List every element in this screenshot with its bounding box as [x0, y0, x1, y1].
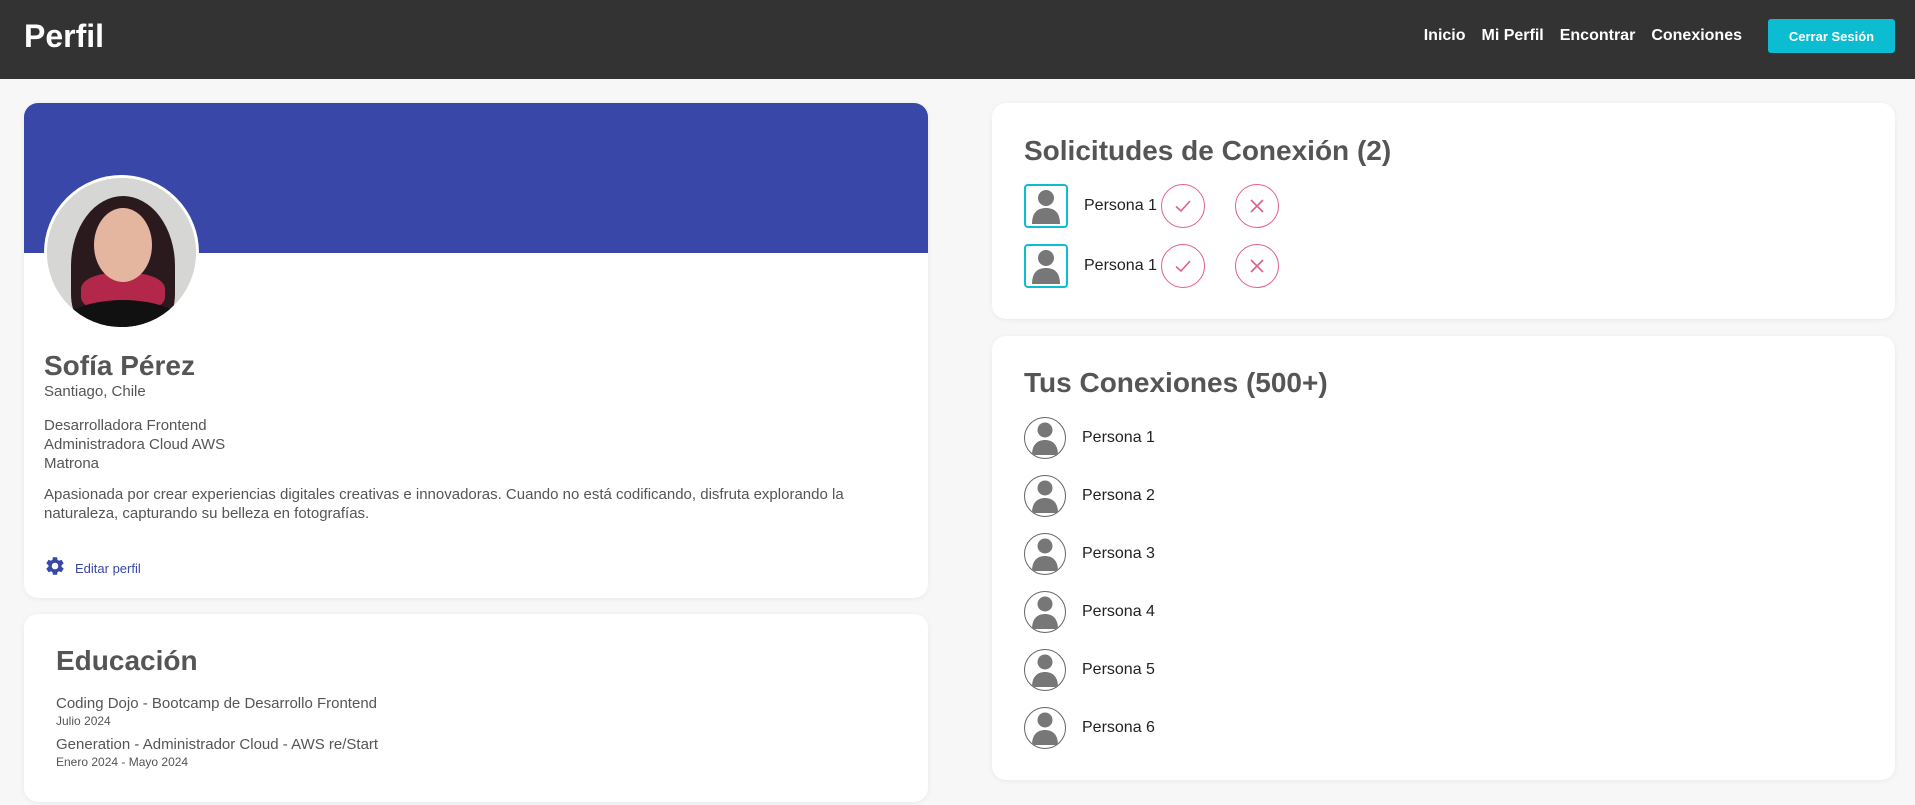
close-icon [1250, 259, 1264, 273]
check-icon [1175, 260, 1191, 273]
top-navbar: Perfil Inicio Mi Perfil Encontrar Conexi… [0, 0, 1915, 79]
education-title: Educación [56, 645, 198, 676]
user-silhouette-icon [1024, 707, 1066, 749]
close-icon [1250, 199, 1264, 213]
education-item-date: Julio 2024 [56, 714, 111, 728]
profile-avatar [44, 175, 199, 330]
education-card: Educación Coding Dojo - Bootcamp de Desa… [24, 614, 928, 802]
connection-requests-card: Solicitudes de Conexión (2) Persona 1 Pe… [992, 103, 1895, 319]
edit-profile-label: Editar perfil [75, 561, 141, 576]
reject-request-button[interactable] [1235, 244, 1279, 288]
profile-roles: Desarrolladora Frontend Administradora C… [44, 416, 225, 473]
avatar-photo-face [94, 208, 152, 282]
user-silhouette-icon [1024, 533, 1066, 575]
connection-requests-title: Solicitudes de Conexión (2) [1024, 135, 1392, 166]
connection-name: Persona 4 [1082, 603, 1155, 620]
education-item-date: Enero 2024 - Mayo 2024 [56, 755, 189, 769]
profile-role: Matrona [44, 455, 100, 472]
connection-name: Persona 3 [1082, 545, 1155, 562]
user-silhouette-icon[interactable] [1024, 184, 1068, 228]
connection-name: Persona 5 [1082, 661, 1155, 678]
connection-list-item[interactable]: Persona 6 [1024, 707, 1155, 749]
profile-role: Administradora Cloud AWS [44, 436, 226, 453]
connection-name: Persona 2 [1082, 487, 1155, 504]
edit-profile-link[interactable]: Editar perfil [44, 555, 141, 582]
nav-link-conexiones[interactable]: Conexiones [1651, 27, 1742, 45]
user-silhouette-icon [1024, 649, 1066, 691]
education-item-name: Coding Dojo - Bootcamp de Desarrollo Fro… [56, 695, 377, 712]
connection-request-row: Persona 1 [1024, 184, 1279, 228]
gear-icon [44, 555, 66, 582]
profile-card: Sofía Pérez Santiago, Chile Desarrollado… [24, 103, 928, 598]
education-item: Generation - Administrador Cloud - AWS r… [56, 736, 378, 769]
connection-list-item[interactable]: Persona 5 [1024, 649, 1155, 691]
user-silhouette-icon[interactable] [1024, 244, 1068, 288]
profile-bio: Apasionada por crear experiencias digita… [44, 486, 844, 522]
logout-button[interactable]: Cerrar Sesión [1768, 19, 1895, 53]
connection-name: Persona 1 [1082, 429, 1155, 446]
connection-list-item[interactable]: Persona 1 [1024, 417, 1155, 459]
connection-list-item[interactable]: Persona 2 [1024, 475, 1155, 517]
nav-link-mi-perfil[interactable]: Mi Perfil [1482, 27, 1544, 45]
page-title: Perfil [24, 18, 105, 54]
user-silhouette-icon [1024, 475, 1066, 517]
connection-name: Persona 6 [1082, 719, 1155, 736]
nav-link-inicio[interactable]: Inicio [1424, 27, 1466, 45]
connection-list-item[interactable]: Persona 4 [1024, 591, 1155, 633]
nav-link-encontrar[interactable]: Encontrar [1560, 27, 1636, 45]
user-silhouette-icon [1024, 591, 1066, 633]
request-name: Persona 1 [1084, 257, 1157, 274]
education-item: Coding Dojo - Bootcamp de Desarrollo Fro… [56, 695, 377, 728]
accept-request-button[interactable] [1161, 244, 1205, 288]
reject-request-button[interactable] [1235, 184, 1279, 228]
connection-list-item[interactable]: Persona 3 [1024, 533, 1155, 575]
connections-card: Tus Conexiones (500+) Persona 1 Persona … [992, 336, 1895, 780]
profile-role: Desarrolladora Frontend [44, 417, 207, 434]
education-item-name: Generation - Administrador Cloud - AWS r… [56, 736, 379, 753]
check-icon [1175, 200, 1191, 213]
request-name: Persona 1 [1084, 197, 1157, 214]
user-silhouette-icon [1024, 417, 1066, 459]
connections-title: Tus Conexiones (500+) [1024, 367, 1328, 398]
accept-request-button[interactable] [1161, 184, 1205, 228]
profile-name: Sofía Pérez [44, 350, 195, 381]
connection-request-row: Persona 1 [1024, 244, 1279, 288]
main-nav: Inicio Mi Perfil Encontrar Conexiones Ce… [1408, 19, 1895, 53]
profile-location: Santiago, Chile [44, 383, 146, 400]
